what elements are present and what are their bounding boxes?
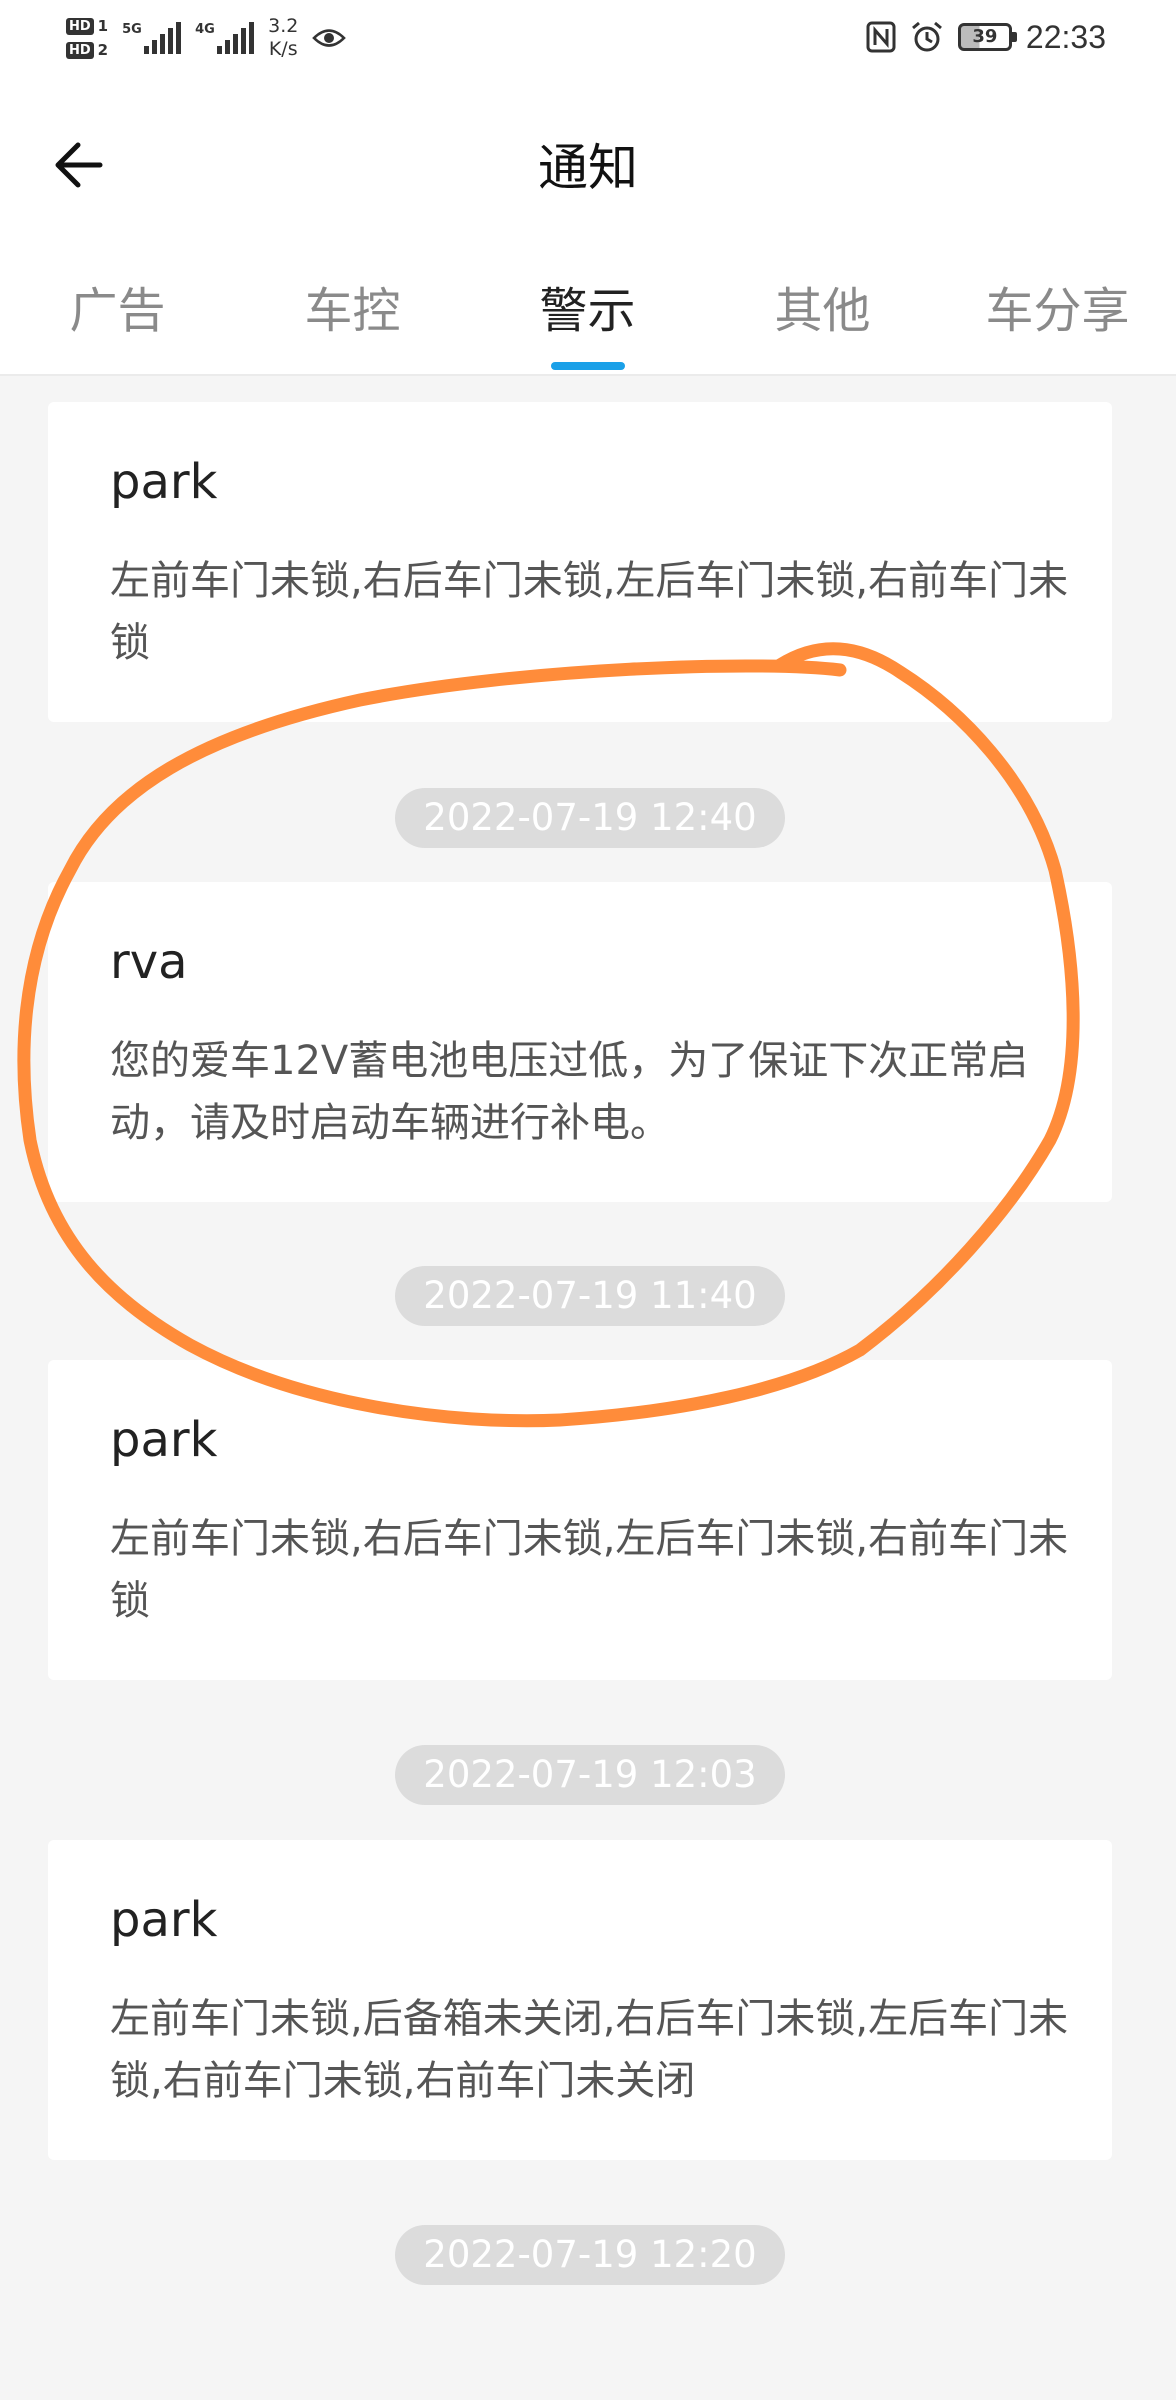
timestamp-badge: 2022-07-19 12:03 <box>395 1745 785 1805</box>
message-title: rva <box>110 934 188 990</box>
tab-label: 其他 <box>774 283 871 339</box>
status-bar: HD 1 HD 2 5G 4G 3.2 K/s 39 22:33 <box>0 0 1176 80</box>
tab-other[interactable]: 其他 <box>705 248 940 374</box>
eye-comfort-icon <box>312 29 347 47</box>
hd-indicators: HD 1 HD 2 <box>66 17 108 59</box>
battery-level: 39 <box>972 26 998 47</box>
tab-label: 广告 <box>69 283 166 339</box>
tab-label: 车控 <box>304 283 401 339</box>
signal-4g-icon: 4G <box>195 22 255 54</box>
page-title: 通知 <box>538 139 638 197</box>
network-label: 4G <box>195 22 215 37</box>
tab-bar: 广告 车控 警示 其他 车分享 <box>0 248 1176 376</box>
status-right: 39 22:33 <box>866 12 1106 62</box>
timestamp-badge: 2022-07-19 12:20 <box>395 2225 785 2285</box>
message-title: park <box>110 1892 218 1948</box>
tab-label: 车分享 <box>985 283 1130 339</box>
message-body: 左前车门未锁,右后车门未锁,左后车门未锁,右前车门未锁 <box>110 1516 1069 1624</box>
battery-icon: 39 <box>957 23 1017 51</box>
tab-vehicle-control[interactable]: 车控 <box>235 248 470 374</box>
message-card[interactable]: park 左前车门未锁,后备箱未关闭,右后车门未锁,左后车门未锁,右前车门未锁,… <box>48 1840 1112 2160</box>
message-body: 您的爱车12V蓄电池电压过低，为了保证下次正常启动，请及时启动车辆进行补电。 <box>110 1038 1029 1146</box>
hd-number: 2 <box>97 41 109 59</box>
alarm-icon <box>911 21 942 52</box>
network-label: 5G <box>122 22 142 37</box>
message-title: park <box>110 454 218 510</box>
speed-unit: K/s <box>268 38 298 60</box>
message-body: 左前车门未锁,右后车门未锁,左后车门未锁,右前车门未锁 <box>110 558 1069 666</box>
hd-indicator-2: HD 2 <box>66 41 108 59</box>
signal-5g-icon: 5G <box>122 22 182 54</box>
hd-indicator-1: HD 1 <box>66 17 108 35</box>
hd-label: HD <box>66 17 94 35</box>
message-card[interactable]: park 左前车门未锁,右后车门未锁,左后车门未锁,右前车门未锁 <box>48 1360 1112 1680</box>
tab-ads[interactable]: 广告 <box>0 248 235 374</box>
message-card[interactable]: park 左前车门未锁,右后车门未锁,左后车门未锁,右前车门未锁 <box>48 402 1112 722</box>
network-speed: 3.2 K/s <box>268 15 298 61</box>
hd-label: HD <box>66 41 94 59</box>
message-title: park <box>110 1412 218 1468</box>
tab-alerts[interactable]: 警示 <box>470 248 705 374</box>
tab-car-share[interactable]: 车分享 <box>940 248 1175 374</box>
hd-number: 1 <box>97 17 109 35</box>
status-left: HD 1 HD 2 5G 4G 3.2 K/s <box>66 6 347 70</box>
tab-label: 警示 <box>539 283 636 339</box>
nfc-icon <box>866 21 896 53</box>
message-card[interactable]: rva 您的爱车12V蓄电池电压过低，为了保证下次正常启动，请及时启动车辆进行补… <box>48 882 1112 1202</box>
timestamp-badge: 2022-07-19 11:40 <box>395 1266 785 1326</box>
clock: 22:33 <box>1025 18 1106 55</box>
active-tab-indicator <box>550 362 625 370</box>
app-header: 通知 <box>0 80 1176 248</box>
timestamp-badge: 2022-07-19 12:40 <box>395 788 785 848</box>
speed-value: 3.2 <box>268 15 299 37</box>
message-body: 左前车门未锁,后备箱未关闭,右后车门未锁,左后车门未锁,右前车门未锁,右前车门未… <box>110 1996 1069 2104</box>
